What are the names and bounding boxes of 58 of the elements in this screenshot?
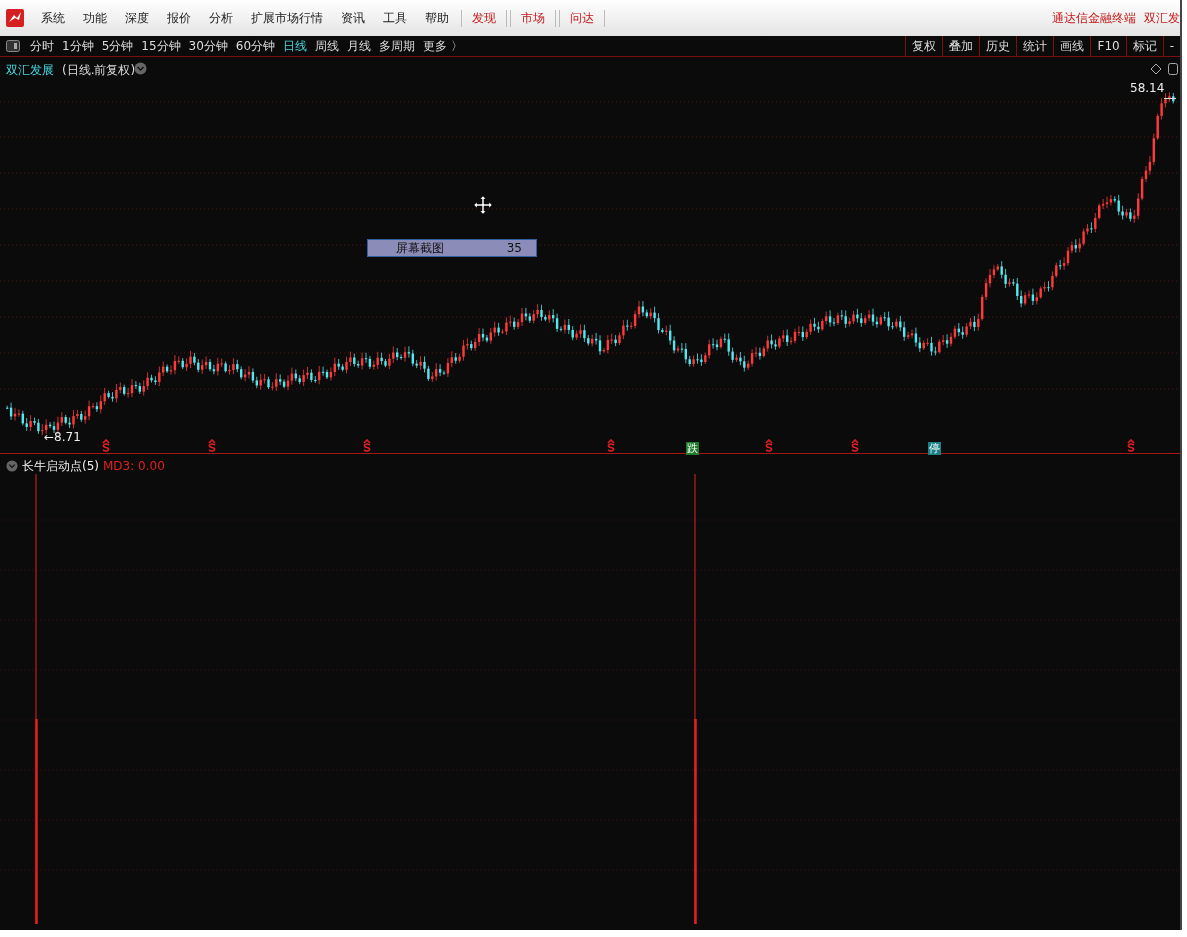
- signal-marker-icon: [764, 439, 774, 452]
- menu-item[interactable]: 帮助: [416, 9, 458, 27]
- signal-tag: 停: [928, 442, 941, 455]
- stock-name: 双汇发展: [6, 63, 54, 77]
- tool-button[interactable]: -: [1162, 36, 1180, 56]
- period-tab[interactable]: 周线: [311, 37, 344, 55]
- chart-subtitle: (日线.前复权): [62, 63, 136, 77]
- menu-item[interactable]: 工具: [374, 9, 416, 27]
- title-text: 通达信金融终端: [1052, 9, 1136, 27]
- period-tab[interactable]: 月线: [343, 37, 376, 55]
- tool-button[interactable]: F10: [1090, 36, 1126, 56]
- period-tab[interactable]: 分时: [26, 37, 58, 55]
- period-tab[interactable]: 5分钟: [97, 37, 138, 55]
- menu-item[interactable]: 深度: [116, 9, 158, 27]
- sidebar-toggle-icon[interactable]: [6, 40, 20, 52]
- dropdown-icon[interactable]: [134, 62, 147, 75]
- menu-item[interactable]: 资讯: [332, 9, 374, 27]
- diamond-icon[interactable]: [1150, 63, 1162, 75]
- menu-item[interactable]: 发现: [461, 9, 507, 27]
- menu-item[interactable]: 报价: [158, 9, 200, 27]
- dropdown-icon[interactable]: [6, 460, 18, 472]
- menu-item[interactable]: 功能: [74, 9, 116, 27]
- indicator-reading: MD3: 0.00: [103, 459, 165, 473]
- app-logo-icon[interactable]: [6, 9, 24, 27]
- tool-button[interactable]: 叠加: [942, 36, 980, 56]
- tool-button[interactable]: 复权: [905, 36, 943, 56]
- low-price-label: ←8.71: [44, 430, 81, 444]
- period-tab[interactable]: 30分钟: [184, 37, 232, 55]
- signal-marker-icon: [207, 439, 217, 452]
- leader-line: [1164, 97, 1176, 100]
- period-tab[interactable]: 日线: [279, 37, 312, 55]
- menu-item[interactable]: 系统: [32, 9, 74, 27]
- tooltip-value: 35: [506, 241, 522, 255]
- tool-button[interactable]: 标记: [1125, 36, 1163, 56]
- menu-item[interactable]: 扩展市场行情: [242, 9, 332, 27]
- signal-marker-icon: [850, 439, 860, 452]
- indicator-name: 长牛启动点(5): [22, 459, 99, 473]
- menu-item[interactable]: 问达: [559, 9, 605, 27]
- tool-button[interactable]: 统计: [1016, 36, 1054, 56]
- high-price-label: 58.14: [1130, 81, 1165, 95]
- menu-item[interactable]: 分析: [200, 9, 242, 27]
- signal-marker-icon: [362, 439, 372, 452]
- title-text: 双汇发: [1144, 9, 1180, 27]
- period-tab[interactable]: 多周期: [375, 37, 420, 55]
- tool-button[interactable]: 历史: [979, 36, 1017, 56]
- period-tab[interactable]: 1分钟: [58, 37, 98, 55]
- tooltip-label: 屏幕截图: [396, 239, 444, 257]
- panel-icon[interactable]: [1168, 63, 1178, 75]
- period-tab[interactable]: 15分钟: [137, 37, 185, 55]
- signal-tag: 跌: [686, 442, 699, 455]
- move-cursor-icon: [473, 195, 493, 215]
- signal-marker-icon: [101, 439, 111, 452]
- period-tab[interactable]: 更多 〉: [419, 37, 467, 55]
- menu-item[interactable]: 市场: [510, 9, 556, 27]
- tool-button[interactable]: 画线: [1053, 36, 1091, 56]
- period-tab[interactable]: 60分钟: [231, 37, 280, 55]
- signal-marker-icon: [606, 439, 616, 452]
- signal-marker-icon: [1126, 439, 1136, 452]
